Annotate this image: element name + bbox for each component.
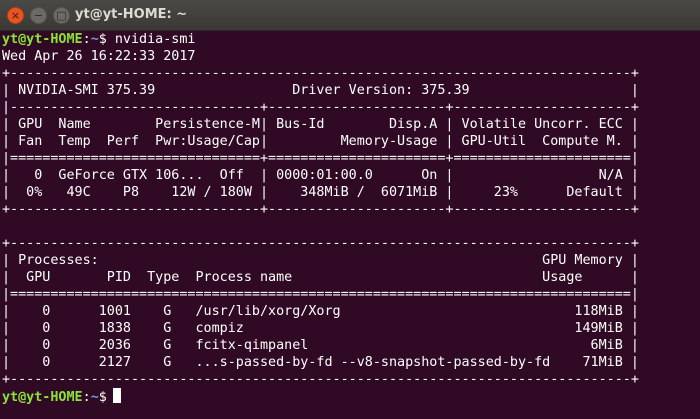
output-line: +---------------------------------------… <box>2 66 639 81</box>
title-bar[interactable]: × − □ yt@yt-HOME: ~ <box>0 0 700 31</box>
output-line: +---------------------------------------… <box>2 372 639 387</box>
maximize-icon: □ <box>56 8 67 22</box>
command-text: nvidia-smi <box>106 32 196 47</box>
window-controls: × − □ <box>7 6 70 24</box>
output-line: | 0 1001 G /usr/lib/xorg/Xorg 118MiB | <box>2 304 639 319</box>
command-line: yt@yt-HOME:~$ nvidia-smi <box>2 31 700 48</box>
prompt-user-host: yt@yt-HOME <box>2 390 83 405</box>
prompt-path: ~ <box>90 32 99 47</box>
prompt-symbol: $ <box>98 32 107 47</box>
output-line: | 0 1838 G compiz 149MiB | <box>2 321 639 336</box>
output-line: | 0 2036 G fcitx-qimpanel 6MiB | <box>2 338 639 353</box>
output-line: +---------------------------------------… <box>2 236 639 251</box>
close-button[interactable]: × <box>7 6 24 24</box>
text-cursor <box>112 388 121 403</box>
active-prompt-line[interactable]: yt@yt-HOME:~$ <box>2 388 700 405</box>
output-line: | GPU PID Type Process name Usage | <box>2 270 639 285</box>
terminal-window: × − □ yt@yt-HOME: ~ yt@yt-HOME:~$ nvidia… <box>0 0 700 419</box>
output-line: |-------------------------------+-------… <box>2 100 639 115</box>
prompt-colon: : <box>82 390 91 405</box>
output-line: | 0% 49C P8 12W / 180W | 348MiB / 6071Mi… <box>2 185 639 200</box>
close-icon: × <box>10 8 21 22</box>
output-line: | GPU Name Persistence-M| Bus-Id Disp.A … <box>2 117 639 132</box>
minimize-button[interactable]: − <box>30 6 47 24</box>
prompt-path: ~ <box>90 390 99 405</box>
output-line: +-------------------------------+-------… <box>2 202 639 217</box>
prompt-symbol: $ <box>98 390 107 405</box>
output-line: | Processes: GPU Memory | <box>2 253 639 268</box>
output-line: |=======================================… <box>2 287 639 302</box>
terminal-area[interactable]: yt@yt-HOME:~$ nvidia-smi Wed Apr 26 16:2… <box>2 30 700 419</box>
output-line: | 0 GeForce GTX 106... Off | 0000:01:00.… <box>2 168 639 183</box>
minimize-icon: − <box>33 8 44 22</box>
output-line: Wed Apr 26 16:22:33 2017 <box>2 49 196 64</box>
output-line: | Fan Temp Perf Pwr:Usage/Cap| Memory-Us… <box>2 134 639 149</box>
prompt-user-host: yt@yt-HOME <box>2 32 83 47</box>
prompt-colon: : <box>82 32 91 47</box>
window-title: yt@yt-HOME: ~ <box>75 7 188 22</box>
maximize-button[interactable]: □ <box>53 6 70 24</box>
output-line: | NVIDIA-SMI 375.39 Driver Version: 375.… <box>2 83 639 98</box>
output-line: |===============================+=======… <box>2 151 639 166</box>
output-line: | 0 2127 G ...s-passed-by-fd --v8-snapsh… <box>2 355 639 370</box>
